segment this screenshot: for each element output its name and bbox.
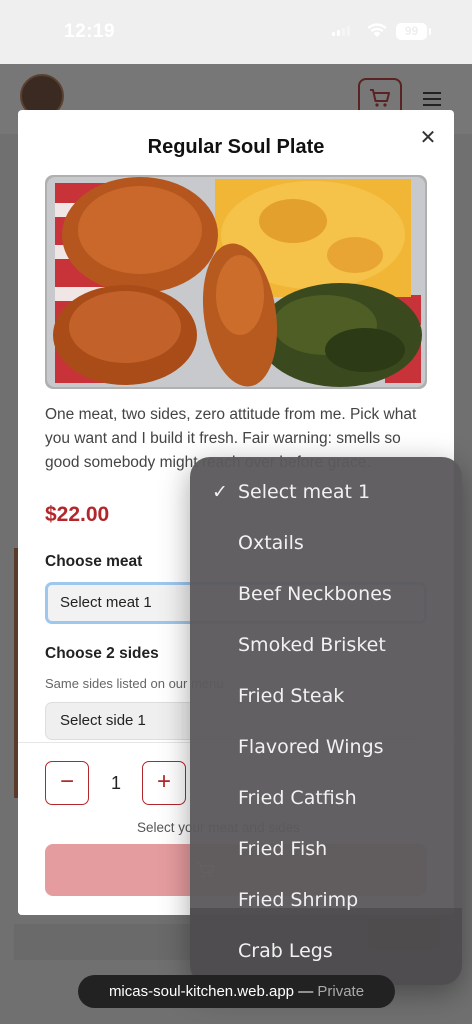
picker-option[interactable]: Crab Legs (190, 926, 462, 977)
url-text: micas-soul-kitchen.web.app (108, 983, 295, 1000)
decrease-quantity-button[interactable]: − (45, 761, 89, 805)
sides-label: Choose 2 sides (45, 645, 159, 662)
status-bar: 12:19 99 (0, 0, 472, 64)
picker-option[interactable]: Smoked Brisket (190, 620, 462, 671)
food-photo (45, 175, 427, 389)
picker-option[interactable]: Oxtails (190, 518, 462, 569)
picker-option[interactable]: Flavored Wings (190, 722, 462, 773)
status-time: 12:19 (64, 21, 116, 42)
product-price: $22.00 (45, 503, 110, 526)
checkmark-icon: ✓ (212, 481, 228, 503)
picker-option[interactable]: Beef Neckbones (190, 569, 462, 620)
picker-option[interactable]: Fried Shrimp (190, 875, 462, 926)
close-icon[interactable]: ✕ (418, 128, 438, 148)
battery-icon: 99 (396, 23, 431, 40)
picker-option[interactable]: ✓ Select meat 1 (190, 467, 462, 518)
quantity-value: 1 (110, 773, 121, 793)
meat-label: Choose meat (45, 553, 143, 570)
cart-icon (370, 89, 390, 107)
modal-title: Regular Soul Plate (147, 136, 325, 158)
increase-quantity-button[interactable]: + (142, 761, 186, 805)
meat-dropdown-picker: ✓ Select meat 1 Oxtails Beef Neckbones Sm… (190, 457, 462, 985)
cellular-signal-icon (332, 26, 350, 36)
address-bar[interactable]: micas-soul-kitchen.web.app — Private (78, 975, 395, 1008)
picker-option[interactable]: Fried Steak (190, 671, 462, 722)
hamburger-menu-icon[interactable] (423, 92, 441, 110)
picker-option[interactable]: Fried Fish (190, 824, 462, 875)
wifi-icon (367, 23, 387, 37)
picker-option[interactable]: Fried Catfish (190, 773, 462, 824)
private-label: Private (317, 983, 365, 1000)
